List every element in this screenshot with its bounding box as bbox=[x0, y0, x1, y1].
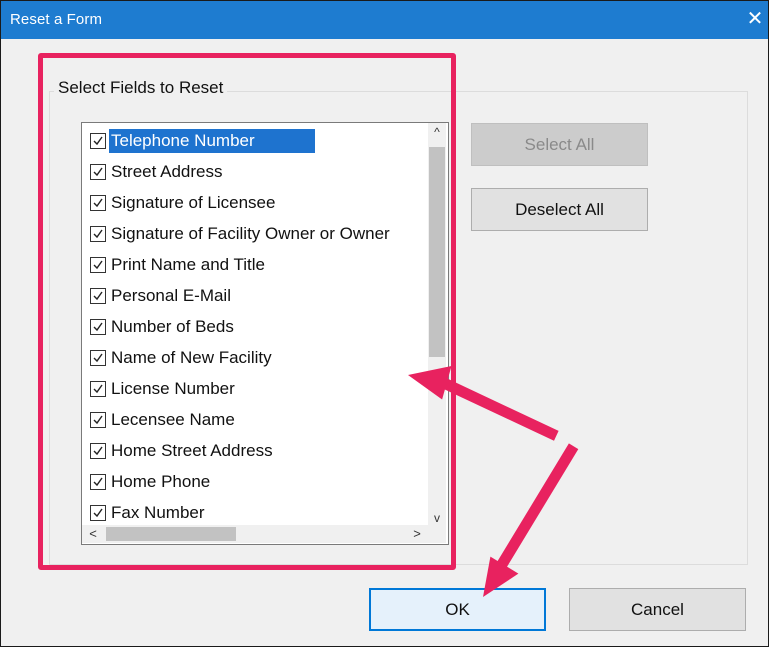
field-list-item[interactable]: Telephone Number bbox=[82, 127, 422, 155]
checkmark-icon[interactable] bbox=[90, 164, 106, 180]
scroll-left-icon[interactable]: < bbox=[84, 525, 102, 543]
checkmark-icon[interactable] bbox=[90, 133, 106, 149]
scroll-right-icon[interactable]: > bbox=[408, 525, 426, 543]
window-title: Reset a Form bbox=[10, 11, 103, 28]
field-list-item[interactable]: Signature of Licensee bbox=[82, 189, 422, 217]
horizontal-scroll-thumb[interactable] bbox=[106, 527, 236, 541]
checkmark-icon[interactable] bbox=[90, 412, 106, 428]
horizontal-scrollbar[interactable]: < > bbox=[82, 525, 428, 543]
vertical-scroll-thumb[interactable] bbox=[429, 147, 445, 357]
checkmark-icon[interactable] bbox=[90, 443, 106, 459]
scroll-up-icon[interactable]: ^ bbox=[428, 123, 446, 141]
checkmark-icon[interactable] bbox=[90, 319, 106, 335]
checkmark-icon[interactable] bbox=[90, 288, 106, 304]
checkmark-icon[interactable] bbox=[90, 350, 106, 366]
cancel-button[interactable]: Cancel bbox=[569, 588, 746, 631]
field-label: Home Street Address bbox=[111, 441, 273, 460]
reset-form-dialog: Reset a Form ✕ Select Fields to Reset Te… bbox=[0, 0, 769, 647]
field-list-item[interactable]: License Number bbox=[82, 375, 422, 403]
field-label: Home Phone bbox=[111, 472, 211, 491]
field-label: Fax Number bbox=[111, 503, 205, 522]
fields-listbox[interactable]: Telephone Number Street Address Signature … bbox=[81, 122, 449, 545]
field-label: Name of New Facility bbox=[111, 348, 272, 367]
field-list-item[interactable]: Personal E-Mail bbox=[82, 282, 422, 310]
close-icon[interactable]: ✕ bbox=[744, 7, 766, 31]
group-legend: Select Fields to Reset bbox=[54, 78, 228, 98]
checkmark-icon[interactable] bbox=[90, 226, 106, 242]
field-list-item[interactable]: Home Street Address bbox=[82, 437, 422, 465]
field-label: Signature of Facility Owner or Owner bbox=[111, 224, 390, 243]
scrollbar-corner bbox=[428, 525, 446, 543]
title-bar[interactable]: Reset a Form ✕ bbox=[1, 1, 768, 39]
select-all-button[interactable]: Select All bbox=[471, 123, 648, 166]
checkmark-icon[interactable] bbox=[90, 505, 106, 521]
field-label: Personal E-Mail bbox=[111, 286, 231, 305]
field-list-item[interactable]: Home Phone bbox=[82, 468, 422, 496]
field-label: Print Name and Title bbox=[111, 255, 266, 274]
deselect-all-button[interactable]: Deselect All bbox=[471, 188, 648, 231]
field-label: Signature of Licensee bbox=[111, 193, 276, 212]
field-list-item[interactable]: Name of New Facility bbox=[82, 344, 422, 372]
field-label: Lecensee Name bbox=[111, 410, 235, 429]
ok-button[interactable]: OK bbox=[369, 588, 546, 631]
field-list-item[interactable]: Street Address bbox=[82, 158, 422, 186]
checkmark-icon[interactable] bbox=[90, 257, 106, 273]
field-label: License Number bbox=[111, 379, 235, 398]
checkmark-icon[interactable] bbox=[90, 381, 106, 397]
field-label: Telephone Number bbox=[109, 129, 315, 153]
field-label: Street Address bbox=[111, 162, 223, 181]
checkmark-icon[interactable] bbox=[90, 474, 106, 490]
field-list-item[interactable]: Number of Beds bbox=[82, 313, 422, 341]
checkmark-icon[interactable] bbox=[90, 195, 106, 211]
field-label: Number of Beds bbox=[111, 317, 234, 336]
field-list-item[interactable]: Lecensee Name bbox=[82, 406, 422, 434]
field-list-item[interactable]: Signature of Facility Owner or Owner bbox=[82, 220, 422, 248]
field-list-item[interactable]: Fax Number bbox=[82, 499, 422, 527]
field-list-item[interactable]: Print Name and Title bbox=[82, 251, 422, 279]
vertical-scrollbar[interactable]: ^ v bbox=[428, 123, 446, 527]
